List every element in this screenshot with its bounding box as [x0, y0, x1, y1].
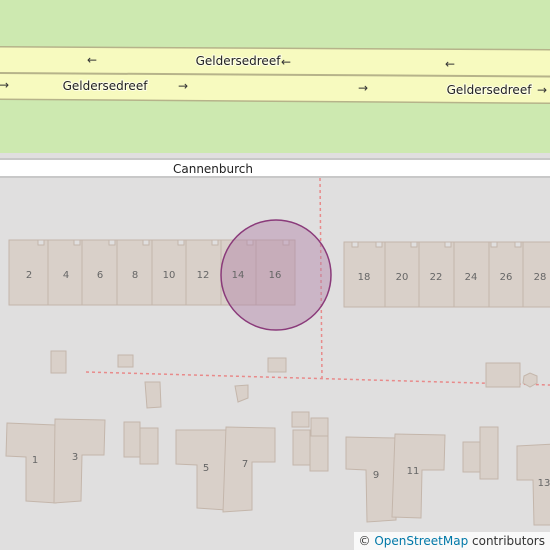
house-number: 20: [396, 272, 409, 283]
attribution-suffix: contributors: [472, 534, 545, 548]
house-number: 9: [373, 470, 379, 481]
street-label-main-bottom-left: Geldersedreef: [63, 79, 149, 93]
house-number: 1: [32, 455, 38, 466]
side-street: [0, 158, 550, 178]
oneway-arrow-icon: →: [537, 83, 547, 97]
osm-link[interactable]: OpenStreetMap: [374, 534, 468, 548]
house-number: 10: [163, 270, 176, 281]
house-number: 3: [72, 452, 78, 463]
oneway-arrow-icon: ←: [281, 55, 291, 69]
oneway-arrow-icon: ←: [87, 53, 97, 67]
oneway-arrow-icon: →: [0, 78, 9, 92]
house-number: 28: [534, 272, 547, 283]
house-number: 7: [242, 459, 248, 470]
map-attribution: © OpenStreetMap contributors: [353, 532, 550, 550]
map-canvas[interactable]: Geldersedreef Geldersedreef Geldersedree…: [0, 0, 550, 550]
house-number: 24: [465, 272, 478, 283]
street-label-main-bottom-right: Geldersedreef: [447, 83, 533, 97]
house-number: 2: [26, 270, 32, 281]
house-number: 12: [197, 270, 210, 281]
oneway-arrow-icon: →: [358, 81, 368, 95]
house-number: 26: [500, 272, 513, 283]
copyright-symbol: ©: [358, 534, 371, 548]
oneway-arrow-icon: ←: [445, 57, 455, 71]
house-number: 6: [97, 270, 103, 281]
house-number: 22: [430, 272, 443, 283]
house-number: 14: [232, 270, 245, 281]
house-number: 8: [132, 270, 138, 281]
street-label-side: Cannenburch: [173, 162, 253, 176]
street-label-main-top: Geldersedreef: [196, 54, 282, 68]
oneway-arrow-icon: →: [178, 79, 188, 93]
house-number: 16: [269, 270, 282, 281]
house-number: 5: [203, 463, 209, 474]
house-number: 4: [63, 270, 69, 281]
house-number: 18: [358, 272, 371, 283]
house-number: 11: [407, 466, 420, 477]
house-number: 13: [538, 478, 550, 489]
